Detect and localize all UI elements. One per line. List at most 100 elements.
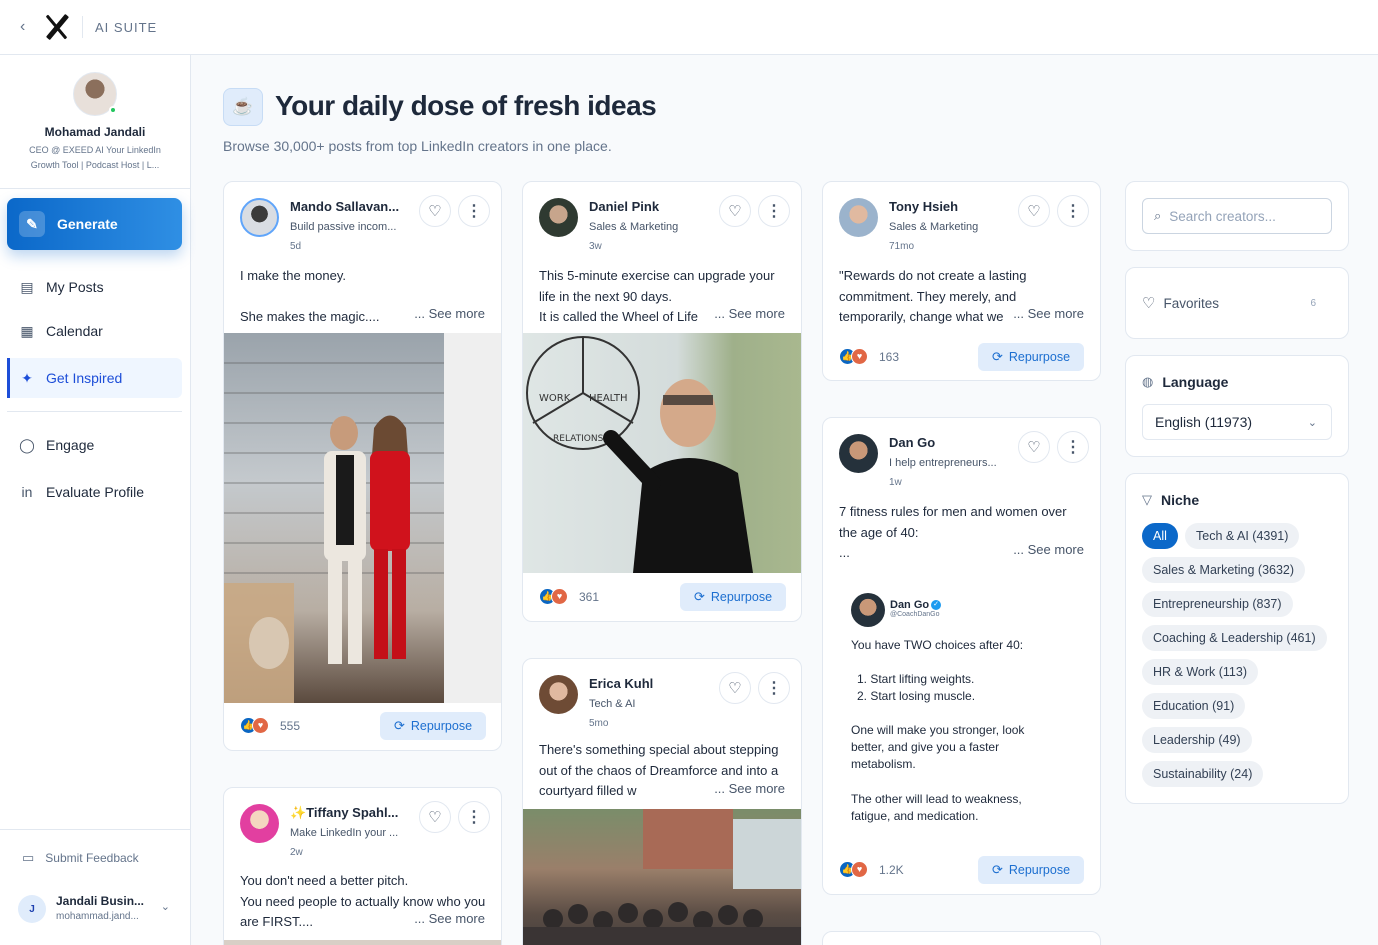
creator-name[interactable]: ✨Tiffany Spahl... xyxy=(290,805,398,821)
search-icon: ⌕ xyxy=(1154,208,1162,223)
page-title: Your daily dose of fresh ideas xyxy=(275,90,657,121)
see-more-link[interactable]: ... See more xyxy=(710,306,785,321)
niche-chip[interactable]: Coaching & Leadership (461) xyxy=(1142,625,1327,651)
post-card[interactable]: Mando Sallavan... Build passive incom...… xyxy=(223,181,502,751)
see-more-link[interactable]: ... See more xyxy=(1009,542,1084,557)
heart-icon[interactable]: ♡ xyxy=(719,672,751,704)
see-more-link[interactable]: ... See more xyxy=(1009,306,1084,321)
reaction-count: 163 xyxy=(879,349,900,364)
heart-icon[interactable]: ♡ xyxy=(419,195,451,227)
account-switcher[interactable]: J Jandali Busin... mohammad.jand... ⌄ xyxy=(18,894,178,924)
back-chevron-icon[interactable]: ‹ xyxy=(20,18,34,36)
creator-name[interactable]: Tony Hsieh xyxy=(889,199,958,214)
love-icon: ♥ xyxy=(551,588,568,605)
account-email: mohammad.jand... xyxy=(56,911,139,922)
post-card[interactable]: Tony Hsieh Sales & Marketing 71mo ♡ ⋮ "R… xyxy=(822,181,1101,381)
nav-divider xyxy=(7,411,182,412)
language-select[interactable]: English (11973) ⌄ xyxy=(1142,404,1332,440)
see-more-link[interactable]: ... See more xyxy=(410,306,485,321)
sidebar-item-engage[interactable]: ◯ Engage xyxy=(7,425,182,465)
creator-avatar[interactable] xyxy=(240,198,279,237)
favorites-panel[interactable]: ♡ Favorites 6 xyxy=(1125,267,1349,339)
creator-avatar[interactable] xyxy=(539,675,578,714)
profile-section: Mohamad Jandali CEO @ EXEED AI Your Link… xyxy=(0,55,190,189)
creator-avatar[interactable] xyxy=(539,198,578,237)
embed-line: 2. Start losing muscle. xyxy=(857,689,976,703)
sidebar-item-evaluate-profile[interactable]: in Evaluate Profile xyxy=(7,472,182,512)
niche-chip[interactable]: Tech & AI (4391) xyxy=(1185,523,1300,549)
post-image[interactable] xyxy=(224,333,501,703)
post-card[interactable]: ✨Tiffany Spahl... Make LinkedIn your ...… xyxy=(223,787,502,945)
heart-icon[interactable]: ♡ xyxy=(1018,431,1050,463)
language-panel: ◍ Language English (11973) ⌄ xyxy=(1125,355,1349,457)
brand-label: AI SUITE xyxy=(95,19,158,35)
reaction-count: 1.2K xyxy=(879,862,904,877)
embed-handle: @CoachDanGo xyxy=(890,611,940,618)
account-avatar: J xyxy=(18,895,46,923)
reaction-count: 361 xyxy=(579,589,600,604)
niche-chip[interactable]: Entrepreneurship (837) xyxy=(1142,591,1293,617)
niche-chip[interactable]: Sustainability (24) xyxy=(1142,761,1264,787)
niche-chip-all[interactable]: All xyxy=(1142,523,1178,549)
more-options-icon[interactable]: ⋮ xyxy=(758,672,790,704)
sidebar-item-calendar[interactable]: ▦ Calendar xyxy=(7,311,182,351)
sidebar-item-label: Evaluate Profile xyxy=(46,484,145,500)
repurpose-button[interactable]: ⟳ Repurpose xyxy=(680,583,786,611)
niche-title: ▽ Niche xyxy=(1142,492,1199,508)
post-card[interactable] xyxy=(822,931,1101,945)
favorites-count: 6 xyxy=(1310,297,1316,309)
x-logo-icon[interactable] xyxy=(44,14,70,40)
heart-icon[interactable]: ♡ xyxy=(1018,195,1050,227)
coffee-cup-icon: ☕ xyxy=(223,88,263,126)
creator-avatar[interactable] xyxy=(839,198,878,237)
repurpose-button[interactable]: ⟳ Repurpose xyxy=(978,856,1084,884)
wheel-label-relations: RELATIONS xyxy=(553,434,604,444)
creator-avatar[interactable] xyxy=(240,804,279,843)
heart-icon[interactable]: ♡ xyxy=(419,801,451,833)
post-time: 1w xyxy=(889,477,902,488)
post-image[interactable] xyxy=(523,809,801,945)
post-image[interactable] xyxy=(224,940,501,945)
post-card[interactable]: Daniel Pink Sales & Marketing 3w ♡ ⋮ Thi… xyxy=(522,181,802,622)
submit-feedback-link[interactable]: ▭ Submit Feedback xyxy=(22,850,139,866)
post-card[interactable]: Dan Go I help entrepreneurs... 1w ♡ ⋮ 7 … xyxy=(822,417,1101,895)
favorites-label: Favorites xyxy=(1163,295,1219,311)
generate-button[interactable]: ✎ Generate xyxy=(7,198,182,250)
post-embedded-tweet[interactable]: Dan Go ✓ @CoachDanGo You have TWO choice… xyxy=(823,569,1100,854)
sidebar: Mohamad Jandali CEO @ EXEED AI Your Link… xyxy=(0,55,191,945)
sidebar-item-my-posts[interactable]: ▤ My Posts xyxy=(7,267,182,307)
profile-name: Mohamad Jandali xyxy=(44,125,146,139)
feedback-label: Submit Feedback xyxy=(45,851,139,865)
creator-name[interactable]: Mando Sallavan... xyxy=(290,199,399,214)
heart-icon[interactable]: ♡ xyxy=(719,195,751,227)
post-image[interactable]: WORK HEALTH RELATIONS xyxy=(523,333,801,573)
calendar-icon: ▦ xyxy=(20,322,34,339)
repurpose-button[interactable]: ⟳ Repurpose xyxy=(978,343,1084,371)
profile-avatar[interactable] xyxy=(73,72,117,116)
repurpose-button[interactable]: ⟳ Repurpose xyxy=(380,712,486,740)
niche-chip[interactable]: Sales & Marketing (3632) xyxy=(1142,557,1306,583)
more-options-icon[interactable]: ⋮ xyxy=(1057,195,1089,227)
creator-name[interactable]: Erica Kuhl xyxy=(589,676,653,691)
creator-name[interactable]: Dan Go xyxy=(889,435,935,450)
niche-chip[interactable]: HR & Work (113) xyxy=(1142,659,1259,685)
creator-avatar[interactable] xyxy=(839,434,878,473)
sidebar-item-label: My Posts xyxy=(46,279,104,295)
favorites-filter[interactable]: ♡ Favorites 6 xyxy=(1142,294,1332,312)
more-options-icon[interactable]: ⋮ xyxy=(458,195,490,227)
search-creators-input[interactable]: ⌕ Search creators... xyxy=(1142,198,1332,234)
more-options-icon[interactable]: ⋮ xyxy=(758,195,790,227)
see-more-link[interactable]: ... See more xyxy=(710,781,785,796)
love-icon: ♥ xyxy=(851,861,868,878)
divider xyxy=(82,16,83,38)
reaction-icons: 👍 ♥ xyxy=(839,861,871,878)
top-bar: ‹ AI SUITE xyxy=(0,0,1378,55)
more-options-icon[interactable]: ⋮ xyxy=(458,801,490,833)
sidebar-item-get-inspired[interactable]: ✦ Get Inspired xyxy=(7,358,182,398)
niche-chip[interactable]: Education (91) xyxy=(1142,693,1246,719)
see-more-link[interactable]: ... See more xyxy=(410,911,485,926)
more-options-icon[interactable]: ⋮ xyxy=(1057,431,1089,463)
creator-name[interactable]: Daniel Pink xyxy=(589,199,659,214)
niche-chip[interactable]: Leadership (49) xyxy=(1142,727,1252,753)
post-card[interactable]: Erica Kuhl Tech & AI 5mo ♡ ⋮ There's som… xyxy=(522,658,802,945)
